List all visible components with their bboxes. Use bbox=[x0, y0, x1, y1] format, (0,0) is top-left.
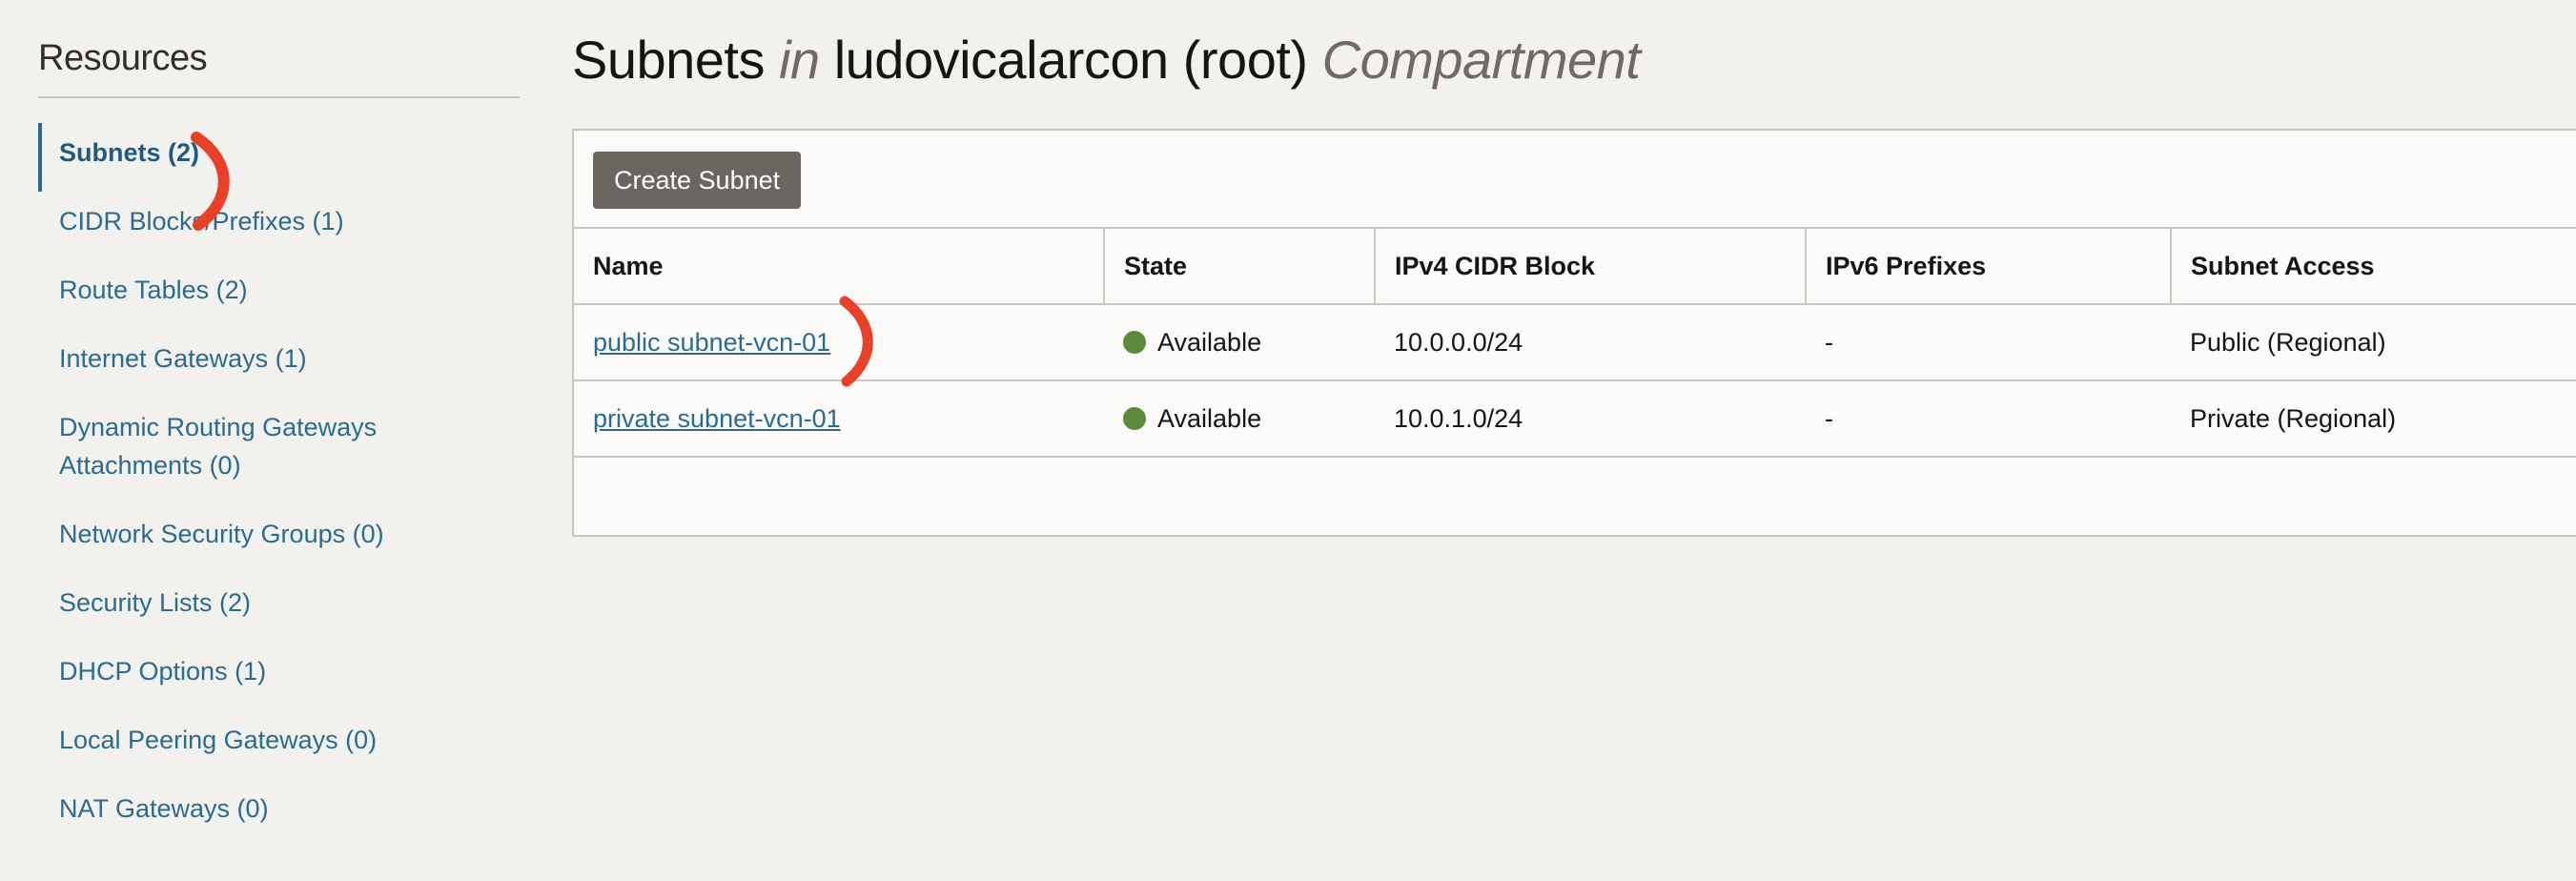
cell-name: public subnet-vcn-01 bbox=[574, 303, 1104, 380]
status-available-icon bbox=[1123, 330, 1146, 354]
title-resource: Subnets bbox=[572, 30, 766, 90]
table-row: private subnet-vcn-01 Available 10.0.1.0… bbox=[574, 379, 2576, 458]
subnets-panel: Create Subnet Name State IPv4 CIDR Block… bbox=[572, 129, 2576, 537]
state-text: Available bbox=[1157, 327, 1262, 357]
subnet-link[interactable]: private subnet-vcn-01 bbox=[593, 404, 841, 433]
table-header-row: Name State IPv4 CIDR Block IPv6 Prefixes… bbox=[574, 227, 2576, 304]
resources-sidebar: Resources Subnets (2) CIDR Blocks/Prefix… bbox=[38, 38, 520, 848]
cell-ipv6: - bbox=[1806, 303, 2171, 380]
status-available-icon bbox=[1123, 406, 1146, 430]
sidebar-item-nat-gateways[interactable]: NAT Gateways (0) bbox=[38, 779, 520, 848]
sidebar-item-label: Dynamic Routing Gateways bbox=[59, 413, 378, 441]
subnet-link[interactable]: public subnet-vcn-01 bbox=[593, 328, 830, 357]
sidebar-item-route-tables[interactable]: Route Tables (2) bbox=[38, 260, 520, 329]
title-compartment-name: ludovicalarcon (root) bbox=[833, 30, 1308, 90]
sidebar-item-security-lists[interactable]: Security Lists (2) bbox=[38, 573, 520, 642]
column-header-ipv6[interactable]: IPv6 Prefixes bbox=[1806, 227, 2172, 304]
page-title: Subnets in ludovicalarcon (root) Compart… bbox=[572, 29, 2576, 92]
title-compartment-word: Compartment bbox=[1321, 30, 1641, 90]
sidebar-item-cidr-blocks[interactable]: CIDR Blocks/Prefixes (1) bbox=[38, 192, 520, 260]
subnets-table: Name State IPv4 CIDR Block IPv6 Prefixes… bbox=[574, 227, 2576, 458]
sidebar-item-subnets[interactable]: Subnets (2) bbox=[38, 123, 520, 192]
sidebar-divider bbox=[38, 96, 520, 98]
cell-ipv6: - bbox=[1806, 379, 2171, 458]
cell-access: Private (Regional) bbox=[2171, 379, 2576, 458]
main-header: Subnets in ludovicalarcon (root) Compart… bbox=[572, 29, 2576, 92]
sidebar-title: Resources bbox=[38, 38, 208, 78]
cell-ipv4: 10.0.1.0/24 bbox=[1375, 379, 1806, 458]
title-in: in bbox=[779, 30, 820, 90]
column-header-name[interactable]: Name bbox=[574, 227, 1105, 304]
create-subnet-button[interactable]: Create Subnet bbox=[593, 152, 802, 209]
sidebar-item-internet-gateways[interactable]: Internet Gateways (1) bbox=[38, 329, 520, 398]
table-row: public subnet-vcn-01 Available 10.0.0.0/… bbox=[574, 303, 2576, 380]
column-header-ipv4[interactable]: IPv4 CIDR Block bbox=[1375, 227, 1807, 304]
cell-state: Available bbox=[1104, 303, 1375, 380]
column-header-state[interactable]: State bbox=[1104, 227, 1376, 304]
state-text: Available bbox=[1157, 403, 1262, 433]
cell-state: Available bbox=[1104, 379, 1375, 458]
sidebar-item-dhcp-options[interactable]: DHCP Options (1) bbox=[38, 642, 520, 710]
sidebar-item-network-security-groups[interactable]: Network Security Groups (0) bbox=[38, 504, 520, 573]
cell-ipv4: 10.0.0.0/24 bbox=[1375, 303, 1806, 380]
sidebar-item-label: Attachments (0) bbox=[59, 451, 241, 480]
cell-name: private subnet-vcn-01 bbox=[574, 379, 1104, 458]
sidebar-item-drg-attachments[interactable]: Dynamic Routing Gateways Attachments (0) bbox=[38, 398, 520, 504]
sidebar-item-local-peering-gateways[interactable]: Local Peering Gateways (0) bbox=[38, 710, 520, 779]
column-header-access[interactable]: Subnet Access bbox=[2171, 227, 2576, 304]
cell-access: Public (Regional) bbox=[2171, 303, 2576, 380]
resources-nav: Subnets (2) CIDR Blocks/Prefixes (1) Rou… bbox=[38, 123, 520, 848]
